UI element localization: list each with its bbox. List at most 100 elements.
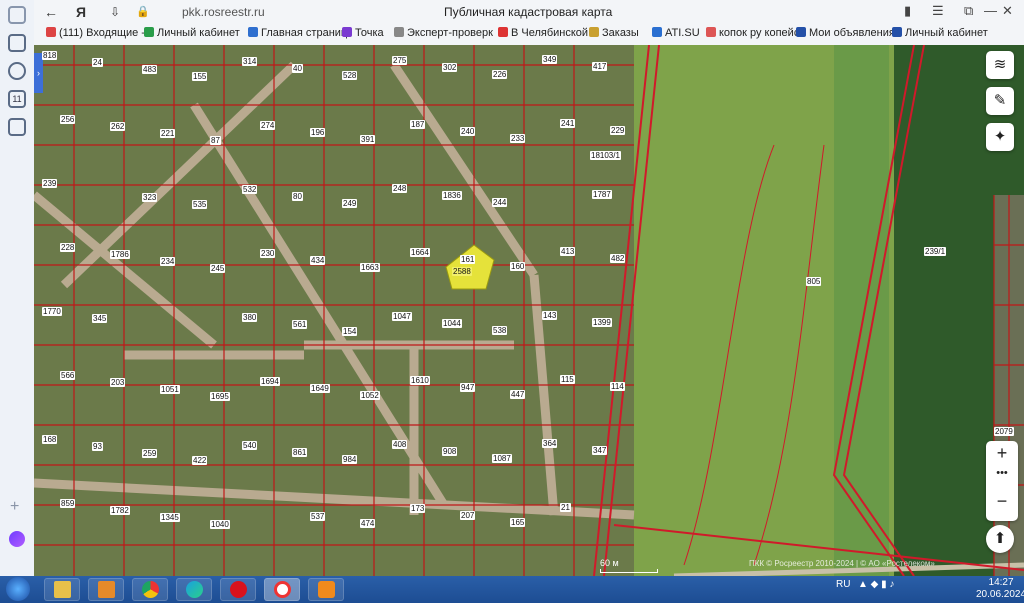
plot-number-label[interactable]: 115	[560, 375, 575, 384]
tabs-icon[interactable]: ⧉	[964, 3, 973, 19]
video-icon[interactable]	[8, 62, 26, 80]
plot-number-label[interactable]: 114	[610, 382, 625, 391]
minimize-icon[interactable]: —	[984, 3, 997, 18]
plot-number-label[interactable]: 349	[542, 55, 558, 64]
plot-number-label[interactable]: 1087	[492, 454, 512, 463]
yandex-logo-icon[interactable]: Я	[72, 3, 90, 21]
plot-number-label[interactable]: 196	[310, 128, 326, 137]
bookmark-item[interactable]: ATI.SU	[652, 27, 700, 39]
plot-number-label[interactable]: 532	[242, 185, 258, 194]
plot-number-label[interactable]: 345	[92, 314, 108, 323]
plot-number-label[interactable]: 818	[42, 51, 58, 60]
plot-number-label[interactable]: 483	[142, 65, 158, 74]
alice-assistant-icon[interactable]	[9, 531, 25, 547]
bookmark-item[interactable]: Мои объявления	[796, 27, 895, 39]
plot-number-label[interactable]: 275	[392, 56, 408, 65]
plot-number-label[interactable]: 187	[410, 120, 426, 129]
plot-number-label[interactable]: 447	[510, 390, 526, 399]
plot-number-label[interactable]: 422	[192, 456, 208, 465]
plot-number-label[interactable]: 80	[292, 192, 303, 201]
bookmark-item[interactable]: копок ру копейск	[706, 27, 804, 39]
plot-number-label[interactable]: 474	[360, 519, 376, 528]
layers-icon[interactable]: ≋	[986, 51, 1014, 79]
zoom-in-button[interactable]: +	[986, 443, 1018, 464]
pdf-app[interactable]	[308, 578, 344, 601]
plot-number-label[interactable]: 234	[160, 257, 176, 266]
plot-number-label[interactable]: 323	[142, 193, 158, 202]
bookmark-item[interactable]: Заказы	[589, 27, 639, 39]
clock[interactable]: 14:27 20.06.2024	[976, 577, 1024, 601]
add-panel-icon[interactable]: +	[10, 498, 19, 516]
plot-number-label[interactable]: 1610	[410, 376, 430, 385]
bookmark-item[interactable]: Личный кабинет	[892, 27, 988, 39]
menu-icon[interactable]: ☰	[932, 3, 944, 19]
plot-number-label[interactable]: 24	[92, 58, 103, 67]
plot-number-label[interactable]: 302	[442, 63, 458, 72]
selected-plot-label[interactable]: 2588	[452, 267, 472, 276]
plot-number-label[interactable]: 434	[310, 256, 326, 265]
plot-number-label[interactable]: 262	[110, 122, 126, 131]
plot-number-label[interactable]: 1770	[42, 307, 62, 316]
calendar-icon[interactable]: 11	[8, 90, 26, 108]
back-arrow-icon[interactable]: ←	[42, 3, 60, 21]
bookmark-item[interactable]: Эксперт-проверк	[394, 27, 493, 39]
bookmark-item[interactable]: Главная страниц	[248, 27, 347, 39]
plot-number-label[interactable]: 274	[260, 121, 276, 130]
plot-number-label[interactable]: 947	[460, 383, 476, 392]
language-indicator[interactable]: RU	[836, 579, 850, 590]
plot-number-label[interactable]: 248	[392, 184, 408, 193]
plot-number-label[interactable]: 259	[142, 449, 158, 458]
yandex-browser-app[interactable]	[264, 578, 300, 601]
plot-number-label[interactable]: 1695	[210, 392, 230, 401]
plot-number-label[interactable]: 228	[60, 243, 76, 252]
plot-number-label[interactable]: 207	[460, 511, 476, 520]
site-info-icon[interactable]: 🔒	[134, 3, 152, 21]
plot-number-label[interactable]: 93	[92, 442, 103, 451]
plot-number-label[interactable]: 1345	[160, 513, 180, 522]
explorer-app[interactable]	[44, 578, 80, 601]
tray-icons[interactable]: ▲ ◆ ▮ ♪	[858, 579, 894, 590]
plot-number-label[interactable]: 805	[806, 277, 822, 286]
plot-number-label[interactable]: 244	[492, 198, 508, 207]
plot-number-label[interactable]: 984	[342, 455, 358, 464]
plot-number-label[interactable]: 566	[60, 371, 76, 380]
plot-number-label[interactable]: 347	[592, 446, 608, 455]
plot-number-label[interactable]: 168	[42, 435, 58, 444]
plot-number-label[interactable]: 1399	[592, 318, 612, 327]
plot-number-label[interactable]: 861	[292, 448, 308, 457]
bookmarks-icon[interactable]	[8, 6, 26, 24]
plot-number-label[interactable]: 528	[342, 71, 358, 80]
plot-number-label[interactable]: 1040	[210, 520, 230, 529]
plot-number-label[interactable]: 1694	[260, 377, 280, 386]
ruler-icon[interactable]: ✎	[986, 87, 1014, 115]
plot-number-label[interactable]: 233	[510, 134, 526, 143]
media-player-app[interactable]	[88, 578, 124, 601]
plot-number-label[interactable]: 408	[392, 440, 408, 449]
plot-number-label[interactable]: 173	[410, 504, 426, 513]
edge-app[interactable]	[176, 578, 212, 601]
plot-number-label[interactable]: 417	[592, 62, 608, 71]
plot-number-label[interactable]: 2079	[994, 427, 1014, 436]
plot-number-label[interactable]: 1664	[410, 248, 430, 257]
plot-number-label[interactable]: 249	[342, 199, 358, 208]
plot-number-label[interactable]: 155	[192, 72, 208, 81]
plot-number-label[interactable]: 1044	[442, 319, 462, 328]
plot-number-label[interactable]: 1052	[360, 391, 380, 400]
compass-icon[interactable]: ⬆	[986, 525, 1014, 553]
plot-number-label[interactable]: 87	[210, 136, 221, 145]
plot-number-label[interactable]: 226	[492, 70, 508, 79]
address-bar[interactable]: pkk.rosreestr.ru	[182, 5, 265, 19]
downloads-icon[interactable]: ⇩	[106, 3, 124, 21]
plot-number-label[interactable]: 859	[60, 499, 76, 508]
plot-number-label[interactable]: 538	[492, 326, 508, 335]
plot-number-label[interactable]: 537	[310, 512, 326, 521]
plot-number-label[interactable]: 1782	[110, 506, 130, 515]
plot-number-label[interactable]: 154	[342, 327, 358, 336]
plot-number-label[interactable]: 160	[510, 262, 526, 271]
plot-number-label[interactable]: 230	[260, 249, 276, 258]
camera-icon[interactable]	[8, 118, 26, 136]
plot-number-label[interactable]: 535	[192, 200, 208, 209]
plot-number-label[interactable]: 540	[242, 441, 258, 450]
plot-number-label[interactable]: 40	[292, 64, 303, 73]
plot-number-label[interactable]: 256	[60, 115, 76, 124]
